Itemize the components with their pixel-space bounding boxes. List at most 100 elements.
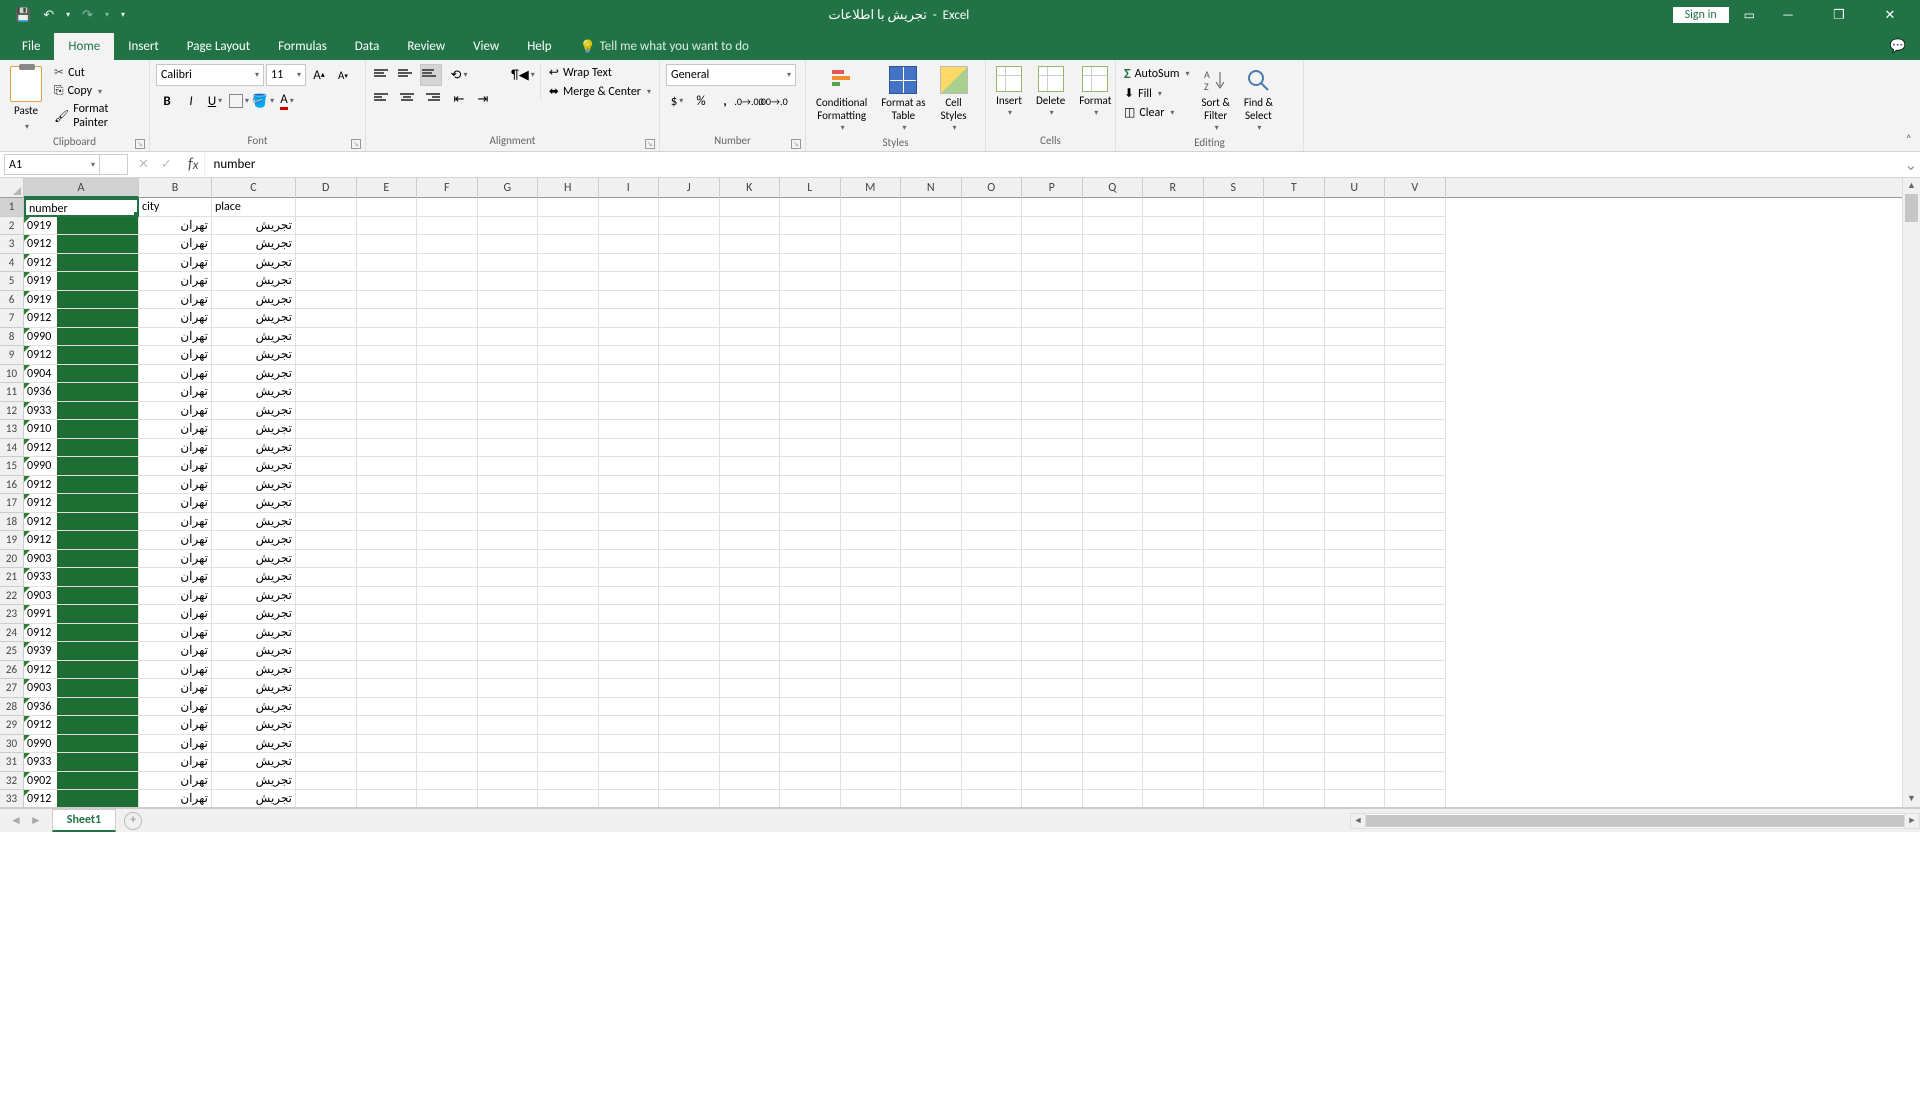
cell-J22[interactable] bbox=[659, 587, 720, 606]
cell-L22[interactable] bbox=[780, 587, 841, 606]
cell-M13[interactable] bbox=[841, 420, 902, 439]
cell-D27[interactable] bbox=[296, 679, 357, 698]
cell-V1[interactable] bbox=[1385, 198, 1446, 217]
cell-A30[interactable]: 0990 bbox=[24, 735, 139, 754]
cell-I9[interactable] bbox=[599, 346, 660, 365]
cell-G21[interactable] bbox=[478, 568, 539, 587]
cell-R16[interactable] bbox=[1143, 476, 1204, 495]
scroll-left-button[interactable]: ◄ bbox=[1350, 813, 1366, 829]
cell-U15[interactable] bbox=[1325, 457, 1386, 476]
cell-F19[interactable] bbox=[417, 531, 478, 550]
cell-C7[interactable]: تجریش bbox=[212, 309, 296, 328]
cell-C13[interactable]: تجریش bbox=[212, 420, 296, 439]
cell-G6[interactable] bbox=[478, 291, 539, 310]
cell-L25[interactable] bbox=[780, 642, 841, 661]
row-header-23[interactable]: 23 bbox=[0, 605, 23, 624]
tab-home[interactable]: Home bbox=[54, 33, 114, 60]
cell-K28[interactable] bbox=[720, 698, 781, 717]
cell-D33[interactable] bbox=[296, 790, 357, 808]
cell-F11[interactable] bbox=[417, 383, 478, 402]
cell-G5[interactable] bbox=[478, 272, 539, 291]
cell-S19[interactable] bbox=[1204, 531, 1265, 550]
cell-S23[interactable] bbox=[1204, 605, 1265, 624]
cell-S3[interactable] bbox=[1204, 235, 1265, 254]
row-header-33[interactable]: 33 bbox=[0, 790, 23, 808]
sheet-tab-sheet1[interactable]: Sheet1 bbox=[52, 809, 116, 832]
cell-G32[interactable] bbox=[478, 772, 539, 791]
cell-V32[interactable] bbox=[1385, 772, 1446, 791]
cell-E9[interactable] bbox=[357, 346, 418, 365]
cell-D14[interactable] bbox=[296, 439, 357, 458]
cell-S21[interactable] bbox=[1204, 568, 1265, 587]
cell-R17[interactable] bbox=[1143, 494, 1204, 513]
cell-E20[interactable] bbox=[357, 550, 418, 569]
cell-C21[interactable]: تجریش bbox=[212, 568, 296, 587]
cell-M19[interactable] bbox=[841, 531, 902, 550]
format-cells-button[interactable]: Format bbox=[1075, 64, 1115, 121]
cell-D10[interactable] bbox=[296, 365, 357, 384]
cell-C4[interactable]: تجریش bbox=[212, 254, 296, 273]
column-header-O[interactable]: O bbox=[962, 178, 1023, 198]
cell-N7[interactable] bbox=[901, 309, 962, 328]
cell-T9[interactable] bbox=[1264, 346, 1325, 365]
row-header-24[interactable]: 24 bbox=[0, 624, 23, 643]
cell-A12[interactable]: 0933 bbox=[24, 402, 139, 421]
cell-A17[interactable]: 0912 bbox=[24, 494, 139, 513]
cell-C15[interactable]: تجریش bbox=[212, 457, 296, 476]
cell-V9[interactable] bbox=[1385, 346, 1446, 365]
cell-O18[interactable] bbox=[962, 513, 1023, 532]
cell-J19[interactable] bbox=[659, 531, 720, 550]
cell-J16[interactable] bbox=[659, 476, 720, 495]
cell-B31[interactable]: تهران bbox=[139, 753, 212, 772]
undo-icon[interactable]: ↶ bbox=[43, 8, 54, 23]
cell-E29[interactable] bbox=[357, 716, 418, 735]
cell-B30[interactable]: تهران bbox=[139, 735, 212, 754]
cell-G22[interactable] bbox=[478, 587, 539, 606]
cell-R6[interactable] bbox=[1143, 291, 1204, 310]
cell-J24[interactable] bbox=[659, 624, 720, 643]
cell-V13[interactable] bbox=[1385, 420, 1446, 439]
cell-D9[interactable] bbox=[296, 346, 357, 365]
cell-V11[interactable] bbox=[1385, 383, 1446, 402]
tab-insert[interactable]: Insert bbox=[114, 33, 173, 60]
cell-H29[interactable] bbox=[538, 716, 599, 735]
cell-P3[interactable] bbox=[1022, 235, 1083, 254]
cell-M16[interactable] bbox=[841, 476, 902, 495]
row-header-5[interactable]: 5 bbox=[0, 272, 23, 291]
cell-P8[interactable] bbox=[1022, 328, 1083, 347]
cell-G33[interactable] bbox=[478, 790, 539, 808]
cell-L33[interactable] bbox=[780, 790, 841, 808]
cell-N28[interactable] bbox=[901, 698, 962, 717]
cell-O11[interactable] bbox=[962, 383, 1023, 402]
cell-M28[interactable] bbox=[841, 698, 902, 717]
cell-M15[interactable] bbox=[841, 457, 902, 476]
cell-H33[interactable] bbox=[538, 790, 599, 808]
cell-U33[interactable] bbox=[1325, 790, 1386, 808]
cell-H26[interactable] bbox=[538, 661, 599, 680]
cell-C30[interactable]: تجریش bbox=[212, 735, 296, 754]
cell-N31[interactable] bbox=[901, 753, 962, 772]
cell-G14[interactable] bbox=[478, 439, 539, 458]
cell-F26[interactable] bbox=[417, 661, 478, 680]
cell-V7[interactable] bbox=[1385, 309, 1446, 328]
cell-B5[interactable]: تهران bbox=[139, 272, 212, 291]
cell-T12[interactable] bbox=[1264, 402, 1325, 421]
cell-J26[interactable] bbox=[659, 661, 720, 680]
decrease-indent-button[interactable]: ⇤ bbox=[448, 88, 470, 110]
cell-D11[interactable] bbox=[296, 383, 357, 402]
cell-H25[interactable] bbox=[538, 642, 599, 661]
find-select-button[interactable]: Find & Select bbox=[1240, 64, 1277, 136]
cell-L28[interactable] bbox=[780, 698, 841, 717]
cell-C8[interactable]: تجریش bbox=[212, 328, 296, 347]
cell-N5[interactable] bbox=[901, 272, 962, 291]
cell-V29[interactable] bbox=[1385, 716, 1446, 735]
cell-S15[interactable] bbox=[1204, 457, 1265, 476]
font-color-button[interactable]: A bbox=[276, 90, 298, 112]
cell-T23[interactable] bbox=[1264, 605, 1325, 624]
cell-J10[interactable] bbox=[659, 365, 720, 384]
cell-L23[interactable] bbox=[780, 605, 841, 624]
cell-G29[interactable] bbox=[478, 716, 539, 735]
cell-F15[interactable] bbox=[417, 457, 478, 476]
add-sheet-button[interactable]: + bbox=[124, 812, 142, 830]
column-header-T[interactable]: T bbox=[1264, 178, 1325, 198]
